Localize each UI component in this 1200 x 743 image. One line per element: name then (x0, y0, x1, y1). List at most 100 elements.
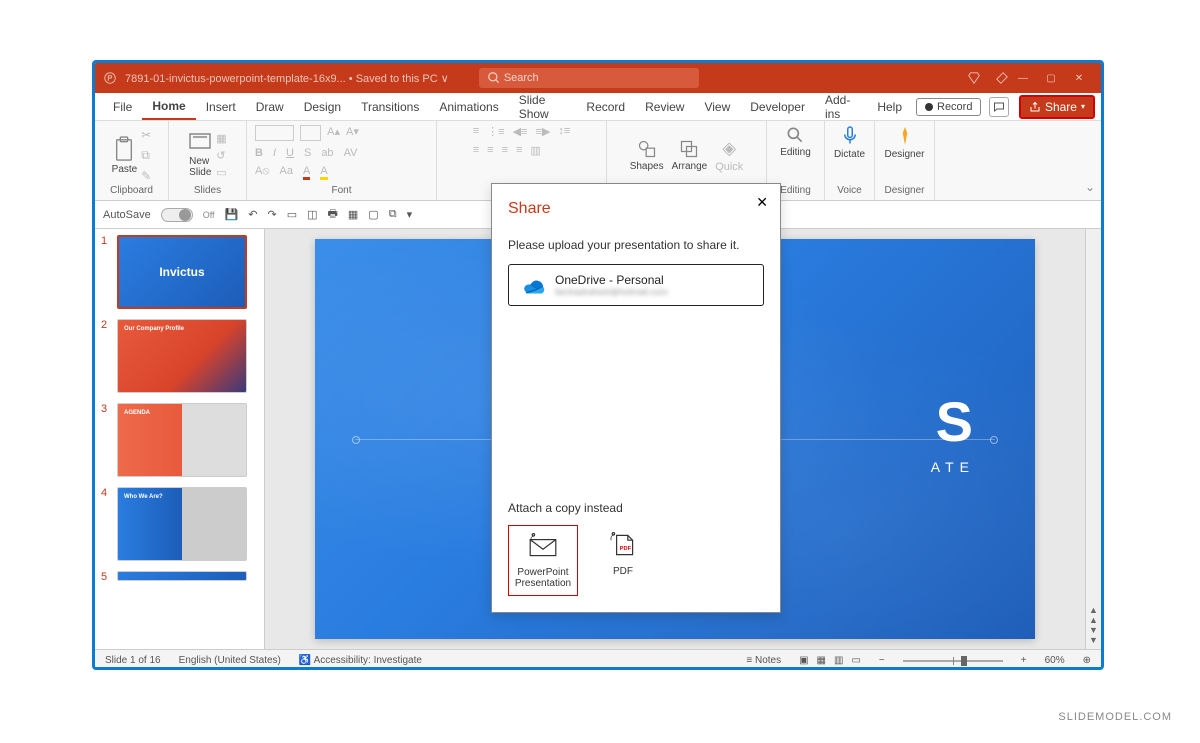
tab-design[interactable]: Design (294, 93, 351, 120)
qat-icon-5[interactable]: ▢ (368, 208, 378, 221)
numbering-button[interactable]: ⋮≡ (487, 125, 504, 138)
qat-icon-2[interactable]: ◫ (307, 208, 317, 221)
qat-icon-3[interactable]: 🖶 (328, 205, 338, 224)
thumbnail-4[interactable]: 4 Who We Are? (101, 487, 258, 561)
qat-more[interactable]: ▾ (407, 208, 413, 221)
comments-button[interactable] (989, 97, 1008, 117)
thumbnail-3[interactable]: 3 AGENDA (101, 403, 258, 477)
justify-button[interactable]: ≡ (516, 144, 522, 157)
change-case-button[interactable]: Aa (280, 165, 293, 180)
paste-button[interactable]: Paste (112, 136, 138, 175)
arrange-button[interactable]: Arrange (672, 139, 708, 172)
brush-icon[interactable] (995, 71, 1009, 85)
onedrive-icon (519, 276, 545, 294)
diamond-icon[interactable] (967, 71, 981, 85)
thumbnail-panel[interactable]: 1 Invictus 2 Our Company Profile 3 AGEND… (95, 229, 265, 649)
align-center-button[interactable]: ≡ (487, 144, 493, 157)
attach-powerpoint-button[interactable]: PowerPoint Presentation (508, 525, 578, 596)
tab-animations[interactable]: Animations (429, 93, 508, 120)
slide-counter[interactable]: Slide 1 of 16 (105, 655, 161, 666)
editing-button[interactable]: Editing (780, 125, 811, 185)
bold-button[interactable]: B (255, 147, 263, 159)
thumbnail-1[interactable]: 1 Invictus (101, 235, 258, 309)
maximize-button[interactable]: ▢ (1037, 73, 1065, 84)
quick-styles-button[interactable]: ◈ Quick (715, 138, 743, 173)
zoom-level[interactable]: 60% (1045, 655, 1065, 666)
language-indicator[interactable]: English (United States) (179, 655, 281, 666)
share-icon (1029, 101, 1041, 113)
tab-draw[interactable]: Draw (246, 93, 294, 120)
tab-record[interactable]: Record (576, 93, 635, 120)
font-color-button[interactable]: A (303, 165, 310, 180)
thumbnail-5[interactable]: 5 (101, 571, 258, 583)
shapes-button[interactable]: Shapes (630, 139, 664, 172)
onedrive-option[interactable]: OneDrive - Personal farshadraheel@hotmai… (508, 264, 764, 306)
font-family-selector[interactable] (255, 125, 294, 141)
indent-left-button[interactable]: ◀≡ (513, 125, 528, 138)
italic-button[interactable]: I (273, 147, 276, 159)
autosave-toggle[interactable] (161, 208, 193, 222)
tab-review[interactable]: Review (635, 93, 694, 120)
strikethrough-button[interactable]: S (304, 147, 311, 159)
undo-button[interactable]: ↶ (248, 208, 257, 221)
minimize-button[interactable]: — (1009, 73, 1037, 84)
zoom-out-button[interactable]: − (879, 655, 885, 666)
notes-button[interactable]: ≡ Notes (746, 655, 781, 666)
zoom-slider[interactable] (903, 660, 1003, 662)
layout-icon[interactable]: ▦ (216, 132, 226, 145)
cut-icon[interactable]: ✂ (141, 128, 151, 142)
new-slide-button[interactable]: New Slide (188, 132, 212, 178)
slideshow-view-button[interactable]: ▭ (851, 655, 860, 666)
vertical-scrollbar[interactable]: ▲▲▼▼ (1085, 229, 1101, 649)
thumbnail-2[interactable]: 2 Our Company Profile (101, 319, 258, 393)
section-icon[interactable]: ▭ (216, 166, 226, 179)
tab-slideshow[interactable]: Slide Show (509, 93, 577, 120)
tab-help[interactable]: Help (867, 93, 912, 120)
sorter-view-button[interactable]: ▦ (817, 655, 826, 666)
attach-pdf-button[interactable]: PDF PDF (588, 525, 658, 596)
dictate-button[interactable]: Dictate (834, 125, 865, 185)
increase-font-icon[interactable]: A▴ (327, 125, 340, 141)
qat-icon-4[interactable]: ▦ (348, 208, 358, 221)
format-painter-icon[interactable]: ✎ (141, 169, 151, 183)
tab-view[interactable]: View (694, 93, 740, 120)
record-button[interactable]: Record (916, 98, 981, 116)
ribbon-label-clipboard: Clipboard (110, 185, 153, 196)
tab-file[interactable]: File (103, 93, 142, 120)
line-spacing-button[interactable]: ↕≡ (558, 125, 570, 138)
designer-button[interactable]: Designer (884, 125, 924, 185)
redo-button[interactable]: ↷ (267, 208, 276, 221)
save-icon[interactable]: 💾 (225, 208, 239, 221)
align-right-button[interactable]: ≡ (502, 144, 508, 157)
zoom-in-button[interactable]: + (1021, 655, 1027, 666)
fit-to-window-button[interactable]: ⊕ (1083, 655, 1091, 666)
clear-format-button[interactable]: A⦸ (255, 165, 270, 180)
highlight-button[interactable]: A (320, 165, 327, 180)
qat-icon-6[interactable]: ⧉ (389, 208, 397, 221)
text-shadow-button[interactable]: ab (321, 147, 333, 159)
bullets-button[interactable]: ≡ (473, 125, 479, 138)
underline-button[interactable]: U (286, 147, 294, 159)
align-left-button[interactable]: ≡ (473, 144, 479, 157)
char-spacing-button[interactable]: AV (344, 147, 358, 159)
accessibility-check[interactable]: ♿ Accessibility: Investigate (299, 655, 422, 666)
collapse-ribbon-button[interactable]: ⌄ (1085, 180, 1095, 194)
share-button[interactable]: Share ▾ (1019, 95, 1095, 119)
tab-transitions[interactable]: Transitions (351, 93, 429, 120)
copy-icon[interactable]: ⧉ (141, 148, 151, 163)
normal-view-button[interactable]: ▣ (799, 655, 808, 666)
qat-icon-1[interactable]: ▭ (287, 208, 297, 221)
reset-icon[interactable]: ↺ (216, 149, 226, 162)
tab-addins[interactable]: Add-ins (815, 93, 867, 120)
tab-insert[interactable]: Insert (196, 93, 246, 120)
search-box[interactable]: Search (479, 68, 699, 88)
font-size-selector[interactable] (300, 125, 321, 141)
indent-right-button[interactable]: ≡▶ (535, 125, 550, 138)
tab-developer[interactable]: Developer (740, 93, 815, 120)
close-button[interactable]: ✕ (1065, 73, 1093, 84)
decrease-font-icon[interactable]: A▾ (346, 125, 359, 141)
columns-button[interactable]: ▥ (530, 144, 540, 157)
tab-home[interactable]: Home (142, 93, 195, 120)
close-dialog-button[interactable]: ✕ (756, 194, 768, 211)
reading-view-button[interactable]: ▥ (834, 655, 843, 666)
